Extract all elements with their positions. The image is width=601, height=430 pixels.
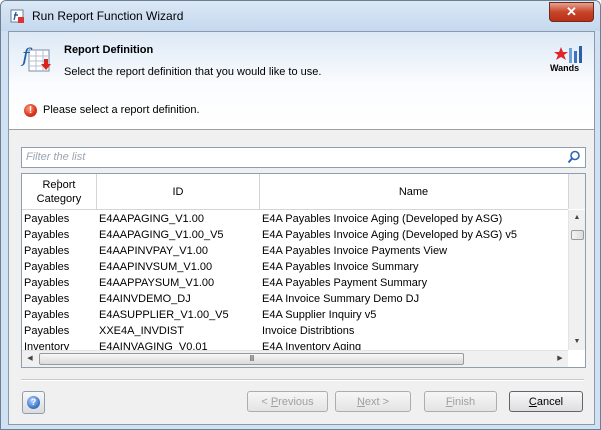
cell-category: Payables — [24, 325, 70, 337]
cell-category: Inventory — [24, 341, 70, 350]
cancel-button[interactable]: Cancel — [509, 391, 583, 412]
report-definition-table: ▲ Report Category ID Name Payables E4AAPA… — [21, 173, 586, 368]
cell-name: E4A Payables Invoice Aging (Developed by… — [262, 229, 517, 241]
table-row[interactable]: Inventory E4AINVAGING_V0.01 E4A Inventor… — [22, 340, 568, 350]
filter-input[interactable] — [24, 149, 558, 165]
help-button[interactable]: ? — [22, 391, 45, 414]
previous-prefix: < — [261, 396, 271, 408]
wizard-window: Run Report Function Wizard ✕ f Report De… — [0, 0, 601, 430]
cancel-mnemonic: C — [528, 396, 537, 408]
table-row[interactable]: Payables E4AAPAGING_V1.00_V5 E4A Payable… — [22, 228, 568, 244]
previous-button[interactable]: < Previous — [247, 391, 328, 412]
cell-name: E4A Payables Invoice Aging (Developed by… — [262, 213, 503, 225]
finish-button[interactable]: Finish — [424, 391, 497, 412]
footer-separator — [21, 379, 584, 381]
help-icon: ? — [27, 396, 40, 409]
column-header-report-category[interactable]: ▲ Report Category — [22, 174, 97, 209]
table-body: Payables E4AAPAGING_V1.00 E4A Payables I… — [22, 210, 568, 350]
cell-id: E4AAPPAYSUM_V1.00 — [99, 277, 215, 289]
cell-id: E4ASUPPLIER_V1.00_V5 — [99, 309, 229, 321]
cell-id: E4AAPINVPAY_V1.00 — [99, 245, 209, 257]
cell-name: E4A Payables Invoice Summary — [262, 261, 419, 273]
vertical-scrollbar[interactable]: ▲ ▼ — [568, 210, 585, 350]
cell-category: Payables — [24, 293, 70, 305]
previous-rest: revious — [278, 396, 314, 408]
cell-name: E4A Payables Payment Summary — [262, 277, 428, 289]
cell-name: E4A Inventory Aging — [262, 341, 362, 350]
app-icon — [10, 9, 24, 23]
cell-category: Payables — [24, 261, 70, 273]
column-header-id[interactable]: ID — [97, 174, 260, 209]
scroll-right-icon[interactable]: ▶ — [552, 351, 568, 367]
window-title: Run Report Function Wizard — [32, 9, 184, 23]
wizard-body: f Report Definition Select the report de… — [8, 31, 595, 425]
scroll-left-icon[interactable]: ◀ — [22, 351, 38, 367]
next-button[interactable]: Next > — [335, 391, 411, 412]
scroll-up-icon[interactable]: ▲ — [569, 210, 585, 226]
cell-id: E4AINVDEMO_DJ — [99, 293, 191, 305]
header-title: Report Definition — [64, 44, 154, 56]
header-corner — [568, 174, 585, 209]
cell-name: E4A Invoice Summary Demo DJ — [262, 293, 420, 305]
cell-category: Payables — [24, 245, 70, 257]
wizard-header: f Report Definition Select the report de… — [9, 32, 594, 130]
cell-id: XXE4A_INVDIST — [99, 325, 184, 337]
title-bar: Run Report Function Wizard ✕ — [1, 1, 600, 31]
sort-indicator-icon: ▲ — [55, 178, 61, 184]
cell-id: E4AAPINVSUM_V1.00 — [99, 261, 213, 273]
cell-name: E4A Payables Invoice Payments View — [262, 245, 448, 257]
cell-id: E4AINVAGING_V0.01 — [99, 341, 208, 350]
column-header-name[interactable]: Name — [260, 174, 567, 209]
report-function-icon: f — [20, 43, 51, 72]
table-row[interactable]: Payables E4AAPINVSUM_V1.00 E4A Payables … — [22, 260, 568, 276]
search-icon[interactable] — [567, 150, 581, 164]
horizontal-scroll-thumb[interactable]: III — [39, 353, 464, 365]
table-row[interactable]: Payables XXE4A_INVDIST Invoice Distribti… — [22, 324, 568, 340]
finish-rest: inish — [452, 396, 476, 408]
table-row[interactable]: Payables E4AAPAGING_V1.00 E4A Payables I… — [22, 212, 568, 228]
table-row[interactable]: Payables E4AAPINVPAY_V1.00 E4A Payables … — [22, 244, 568, 260]
scroll-down-icon[interactable]: ▼ — [569, 334, 585, 350]
cell-id: E4AAPAGING_V1.00 — [99, 213, 204, 225]
vertical-scroll-thumb[interactable] — [571, 230, 584, 240]
cell-name: E4A Supplier Inquiry v5 — [262, 309, 377, 321]
cancel-rest: ancel — [536, 396, 564, 408]
horizontal-scrollbar[interactable]: ◀ III ▶ — [22, 350, 568, 367]
close-button[interactable]: ✕ — [549, 2, 594, 22]
validation-message: Please select a report definition. — [43, 104, 200, 116]
cell-category: Payables — [24, 213, 70, 225]
cell-name: Invoice Distribtions — [262, 325, 355, 337]
cell-category: Payables — [24, 309, 70, 321]
table-row[interactable]: Payables E4ASUPPLIER_V1.00_V5 E4A Suppli… — [22, 308, 568, 324]
error-icon: ! — [24, 104, 37, 117]
next-rest: ext > — [364, 396, 390, 408]
table-row[interactable]: Payables E4AAPPAYSUM_V1.00 E4A Payables … — [22, 276, 568, 292]
finish-mnemonic: F — [445, 396, 453, 408]
cell-category: Payables — [24, 277, 70, 289]
next-mnemonic: N — [356, 396, 365, 408]
table-header: ▲ Report Category ID Name — [22, 174, 568, 210]
wands-label: Wands — [550, 63, 580, 73]
cell-category: Payables — [24, 229, 70, 241]
cell-id: E4AAPAGING_V1.00_V5 — [99, 229, 224, 241]
filter-box — [21, 147, 586, 168]
header-description: Select the report definition that you wo… — [64, 66, 322, 78]
column-header-category-line2: Category — [36, 192, 82, 205]
table-row[interactable]: Payables E4AINVDEMO_DJ E4A Invoice Summa… — [22, 292, 568, 308]
